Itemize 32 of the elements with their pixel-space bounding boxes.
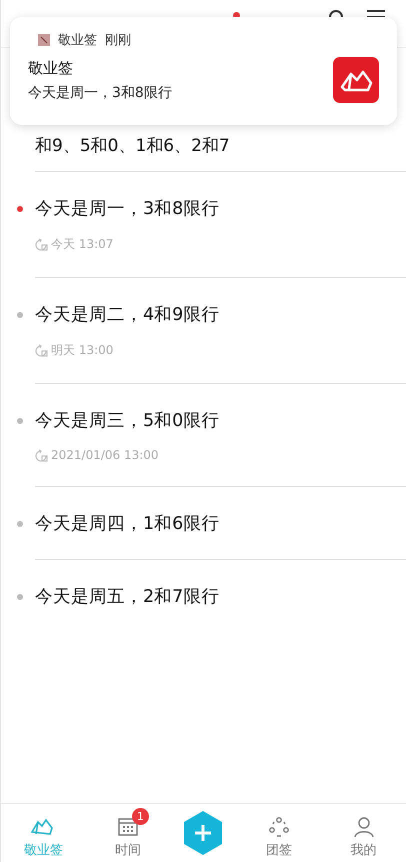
count-badge: 1: [132, 808, 149, 824]
note-title: 今天是周一，3和8限行: [35, 198, 220, 220]
reminder-time: 明天 13:00: [51, 342, 114, 359]
calendar-icon: [116, 816, 139, 838]
reminder-time: 今天 13:07: [51, 236, 114, 253]
note-item[interactable]: 今天是周三，5和0限行 2021/01/06 13:00: [35, 383, 406, 486]
team-icon: [268, 816, 290, 838]
alarm-icon: [35, 448, 48, 462]
profile-icon: [352, 816, 375, 838]
note-item[interactable]: 今天是周五，2和7限行: [35, 559, 406, 632]
note-title: 今天是周四，1和6限行: [35, 513, 220, 535]
alarm-icon: [35, 344, 48, 357]
app-name: 敬业签: [58, 32, 97, 49]
app-icon: [38, 34, 50, 46]
notification-message: 今天是周一，3和8限行: [28, 84, 172, 102]
note-item[interactable]: 今天是周一，3和8限行 今天 13:07: [35, 171, 406, 277]
note-text: 和9、5和0、1和6、2和7: [35, 135, 230, 158]
note-title: 今天是周二，4和9限行: [35, 304, 220, 326]
note-title: 今天是周三，5和0限行: [35, 410, 220, 432]
note-title: 今天是周五，2和7限行: [35, 586, 220, 608]
notification-title: 敬业签: [28, 58, 74, 78]
app-logo-icon: [333, 57, 379, 103]
note-item[interactable]: 今天是周二，4和9限行 明天 13:00: [35, 277, 406, 383]
reminder-time: 2021/01/06 13:00: [51, 448, 159, 462]
notification-card[interactable]: 敬业签 刚刚 敬业签 今天是周一，3和8限行: [10, 17, 397, 125]
alarm-icon: [35, 238, 48, 251]
tab[interactable]: 1 时间: [98, 808, 158, 858]
tab[interactable]: 我的: [334, 808, 394, 858]
tab[interactable]: 团签: [249, 808, 310, 858]
add-button[interactable]: [182, 810, 224, 856]
notification-time: 刚刚: [105, 32, 131, 49]
note-item[interactable]: 今天是周四，1和6限行: [35, 486, 406, 559]
